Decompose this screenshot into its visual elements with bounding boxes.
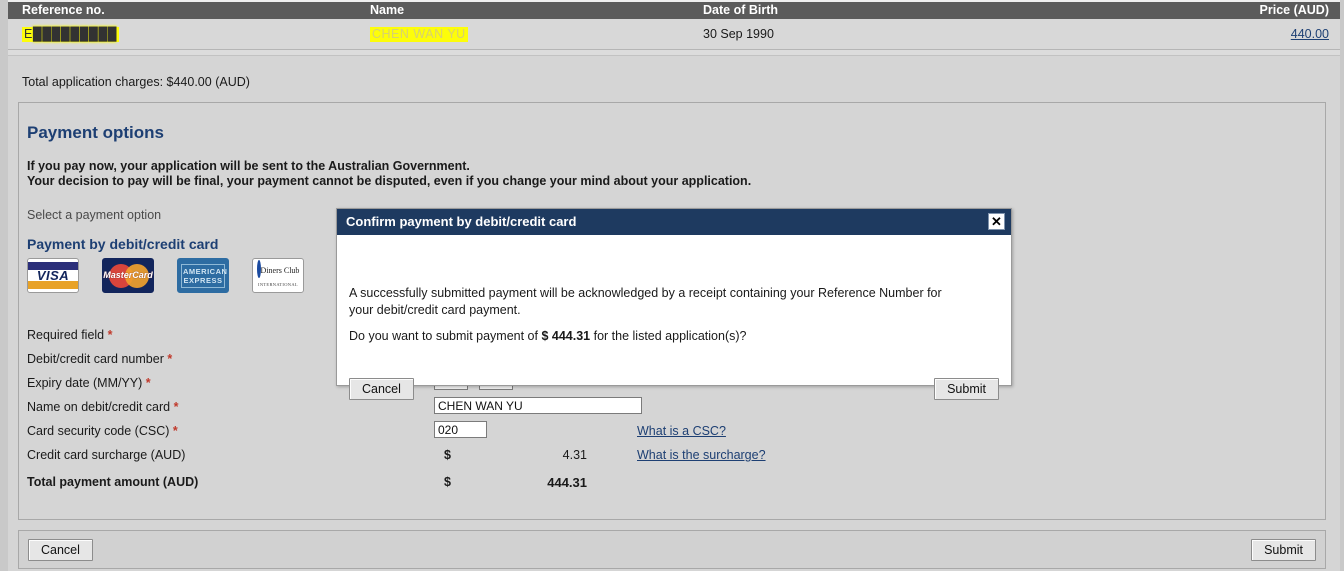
surcharge-value: 4.31 [562,448,587,462]
name-on-card-label: Name on debit/credit card * [27,400,179,414]
dialog-amount: $ 444.31 [541,329,591,343]
column-header-price: Price (AUD) [1259,3,1329,17]
amex-card-logo: AMERICAN EXPRESS [177,258,229,293]
required-marker: * [145,376,151,390]
total-application-charges: Total application charges: $440.00 (AUD) [22,75,250,89]
required-marker: * [173,400,179,414]
column-header-name: Name [370,3,405,17]
card-number-label: Debit/credit card number * [27,352,173,366]
visa-card-logo: VISA [27,258,79,293]
surcharge-label: Credit card surcharge (AUD) [27,448,186,462]
payment-page: Reference no. Name Date of Birth Price (… [0,0,1344,571]
what-is-a-csc-link[interactable]: What is a CSC? [637,424,726,438]
confirm-payment-dialog: Confirm payment by debit/credit card ✕ A… [336,208,1012,400]
total-value: 444.31 [547,475,587,490]
cancel-button[interactable]: Cancel [28,539,93,561]
cell-price-link[interactable]: 440.00 [1291,27,1329,42]
dialog-body: A successfully submitted payment will be… [337,235,1011,400]
dialog-title: Confirm payment by debit/credit card [346,214,577,229]
dialog-submit-button[interactable]: Submit [934,378,999,400]
table-header-row: Reference no. Name Date of Birth Price (… [8,2,1340,19]
amex-line-2: EXPRESS [183,275,223,285]
payment-method-heading: Payment by debit/credit card [27,236,219,252]
column-header-reference: Reference no. [22,3,105,17]
name-on-card-row: Name on debit/credit card * [27,397,1307,421]
accepted-cards-list: VISA MasterCard AMERICAN EXPRESS Diners … [27,258,304,293]
visa-wordmark: VISA [36,268,70,283]
required-field-label: Required field * [27,328,113,342]
cell-name: CHEN WAN YU [370,27,468,42]
csc-row: Card security code (CSC) * What is a CSC… [27,421,1307,445]
diners-club-wordmark: Diners Club [260,266,300,275]
expiry-date-label: Expiry date (MM/YY) * [27,376,151,390]
page-title: Payment options [27,123,164,142]
bottom-action-bar: Cancel Submit [18,530,1326,569]
dialog-cancel-button[interactable]: Cancel [349,378,414,400]
what-is-the-surcharge-link[interactable]: What is the surcharge? [637,448,766,462]
diners-club-mark-icon [256,260,261,278]
diners-club-card-logo: Diners Club INTERNATIONAL [252,258,304,293]
surcharge-currency: $ [444,448,451,462]
csc-input[interactable] [434,421,487,438]
close-icon[interactable]: ✕ [988,213,1005,230]
dialog-question-suffix: for the listed application(s)? [590,329,747,343]
table-footer-gap [8,50,1340,56]
submit-button[interactable]: Submit [1251,539,1316,561]
payment-lead-text: If you pay now, your application will be… [27,159,1227,188]
dialog-paragraph-1: A successfully submitted payment will be… [349,286,942,317]
diners-club-subtext: INTERNATIONAL [258,281,298,287]
dialog-paragraph-2: Do you want to submit payment of $ 444.3… [349,329,746,343]
total-currency: $ [444,475,451,489]
amex-wordmark: AMERICAN EXPRESS [181,263,228,288]
column-header-dob: Date of Birth [703,3,778,17]
name-on-card-input[interactable] [434,397,642,414]
mastercard-wordmark: MasterCard [103,270,153,280]
right-gutter [1340,0,1344,571]
surcharge-row: Credit card surcharge (AUD) $ 4.31 What … [27,445,1307,472]
csc-label: Card security code (CSC) * [27,424,178,438]
cell-reference-no: E█████████ [22,27,120,42]
total-payment-label: Total payment amount (AUD) [27,475,199,489]
lead-line-1: If you pay now, your application will be… [27,159,470,173]
dialog-title-bar: Confirm payment by debit/credit card ✕ [337,209,1011,235]
select-payment-option-label: Select a payment option [27,208,162,222]
applications-table: Reference no. Name Date of Birth Price (… [8,0,1340,56]
amex-line-1: AMERICAN [183,266,228,276]
mastercard-card-logo: MasterCard [102,258,154,293]
left-gutter [0,0,8,571]
required-marker: * [172,424,178,438]
required-marker: * [107,328,113,342]
table-row: E█████████ CHEN WAN YU 30 Sep 1990 440.0… [8,19,1340,50]
cell-date-of-birth: 30 Sep 1990 [703,27,774,41]
lead-line-2: Your decision to pay will be final, your… [27,173,752,188]
required-marker: * [167,352,173,366]
dialog-question-prefix: Do you want to submit payment of [349,329,542,343]
total-payment-row: Total payment amount (AUD) $ 444.31 [27,472,1307,496]
